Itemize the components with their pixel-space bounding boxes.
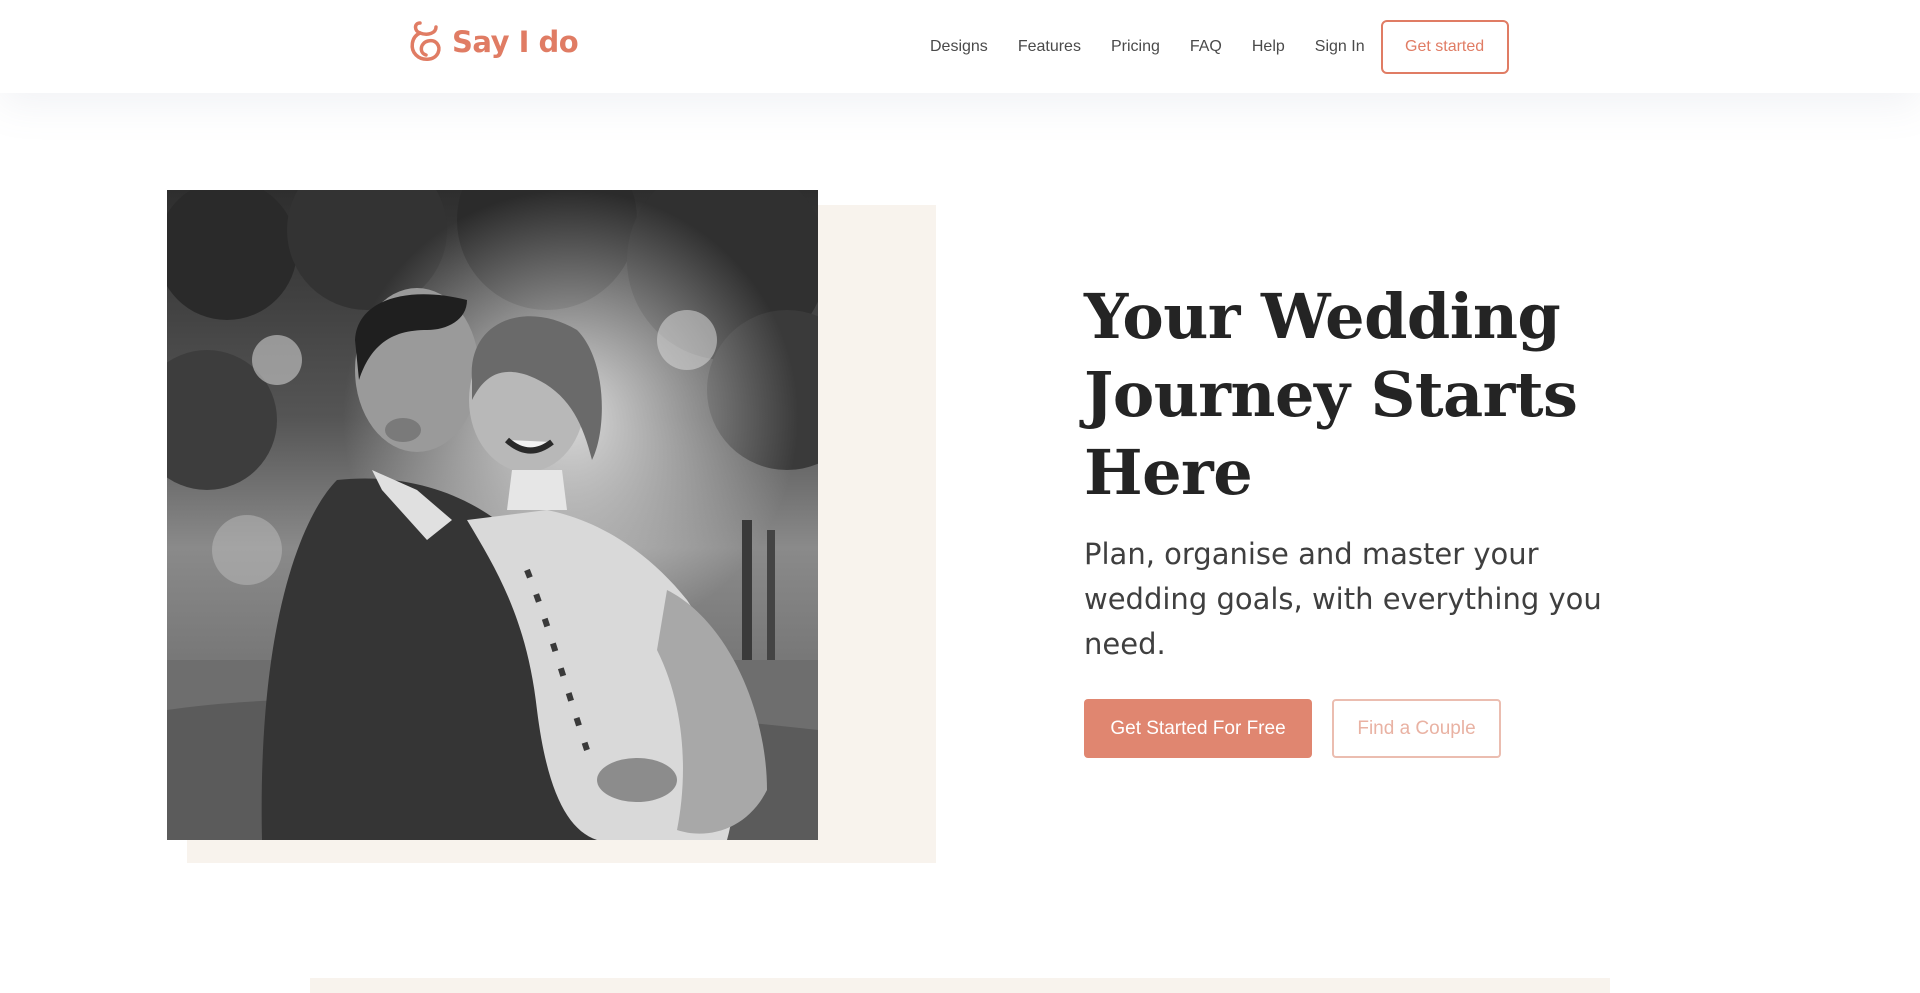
hero-cta-group: Get Started For Free Find a Couple <box>1084 699 1501 758</box>
get-started-free-button[interactable]: Get Started For Free <box>1084 699 1312 758</box>
nav-link-sign-in[interactable]: Sign In <box>1315 38 1365 56</box>
nav-link-faq[interactable]: FAQ <box>1190 38 1222 56</box>
nav-link-features[interactable]: Features <box>1018 38 1081 56</box>
nav-link-designs[interactable]: Designs <box>930 38 988 56</box>
nav-link-help[interactable]: Help <box>1252 38 1285 56</box>
site-header: Say I do Designs Features Pricing FAQ He… <box>0 0 1920 93</box>
next-section-strip <box>310 978 1610 993</box>
hero-title: Your Wedding Journey Starts Here <box>1084 280 1578 509</box>
couple-photo <box>167 190 818 840</box>
main-nav: Designs Features Pricing FAQ Help Sign I… <box>930 20 1509 74</box>
ribbon-knot-icon <box>410 21 441 61</box>
nav-link-pricing[interactable]: Pricing <box>1111 38 1160 56</box>
couple-photo-illustration <box>167 190 818 840</box>
brand-name: Say I do <box>452 25 579 59</box>
brand-logo[interactable]: Say I do <box>408 18 579 66</box>
get-started-button[interactable]: Get started <box>1380 20 1509 74</box>
find-a-couple-button[interactable]: Find a Couple <box>1332 699 1501 758</box>
hero-subtitle: Plan, organise and master your wedding g… <box>1084 537 1602 661</box>
